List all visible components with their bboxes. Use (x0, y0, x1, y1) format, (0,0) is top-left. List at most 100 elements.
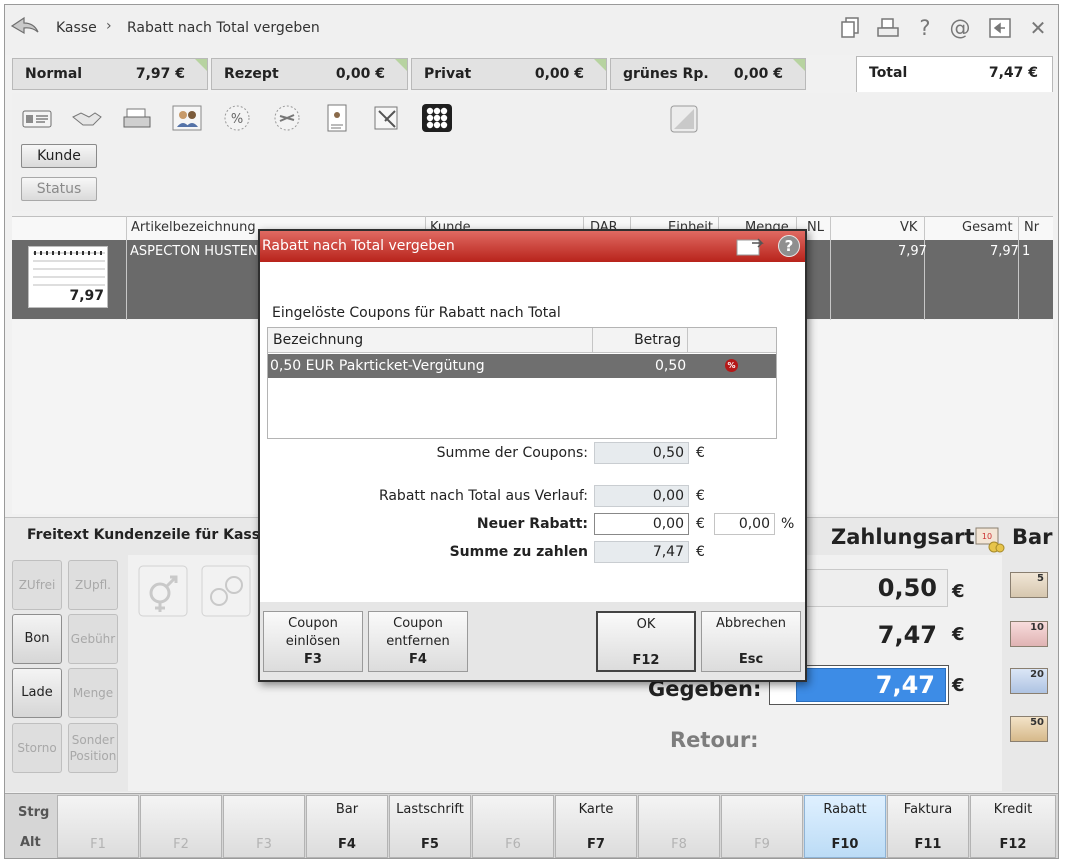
summe-zahlen-label: Summe zu zahlen (449, 544, 588, 560)
discount-badge-icon: % (725, 359, 738, 372)
documents-icon[interactable] (840, 17, 860, 39)
col-gesamt[interactable]: Gesamt (962, 220, 1013, 235)
bill-50-button[interactable]: 50 (1010, 716, 1048, 742)
toggle-square-icon[interactable] (670, 105, 698, 133)
euro-sign: € (696, 544, 705, 560)
export-document-icon[interactable] (736, 237, 764, 257)
strg-label: Strg (18, 805, 50, 820)
storno-button[interactable]: Storno (12, 723, 62, 773)
breadcrumb-separator: › (106, 18, 112, 34)
col-betrag[interactable]: Betrag (593, 328, 688, 353)
f-key-label: Kredit (993, 802, 1033, 817)
bill-5-button[interactable]: 5 (1010, 572, 1048, 598)
zupfl-button[interactable]: ZUpfl. (68, 560, 118, 610)
keypad-icon[interactable] (421, 103, 453, 133)
coupons-section-title: Eingelöste Coupons für Rabatt nach Total (272, 305, 561, 321)
article-thumbnail: 7,97 (28, 246, 108, 308)
col-vk[interactable]: VK (900, 220, 917, 235)
coupon-entfernen-button[interactable]: Coupon entfernen F4 (368, 611, 468, 672)
back-arrow-icon[interactable] (10, 14, 40, 38)
kunde-button[interactable]: Kunde (21, 144, 97, 168)
sonder-position-button[interactable]: Sonder Position (68, 723, 118, 773)
col-nl[interactable]: NL (807, 220, 824, 235)
coupon-row[interactable]: 0,50 EUR Pakrticket-Vergütung 0,50 % (268, 354, 776, 378)
status-button[interactable]: Status (21, 177, 97, 201)
tab-label: Rezept (224, 66, 279, 82)
breadcrumb-kasse[interactable]: Kasse (56, 20, 97, 36)
help-icon[interactable]: ? (913, 16, 937, 40)
card-reader-icon[interactable] (21, 103, 53, 133)
coupon-einloesen-button[interactable]: Coupon einlösen F3 (263, 611, 363, 672)
tab-value: 0,00 € (733, 66, 783, 82)
gebuehr-button[interactable]: Gebühr (68, 614, 118, 664)
tab-rezept[interactable]: Rezept 0,00 € (211, 58, 408, 90)
f-key-label: Bar (335, 802, 359, 817)
position-label: Position (69, 749, 117, 763)
f9-key[interactable]: F9 (721, 795, 803, 858)
age-group-icon[interactable] (201, 565, 251, 617)
bon-button[interactable]: Bon (12, 614, 62, 664)
col-action (688, 328, 776, 353)
tab-gruenes-rp[interactable]: grünes Rp. 0,00 € (610, 58, 806, 90)
abbrechen-button[interactable]: Abbrechen Esc (701, 611, 801, 672)
col-nr[interactable]: Nr (1024, 220, 1039, 235)
prescription-document-icon[interactable] (321, 103, 353, 133)
window-settings-icon[interactable] (989, 18, 1011, 38)
tab-total[interactable]: Total 7,47 € (856, 56, 1053, 92)
neuer-rabatt-percent-input[interactable]: 0,00 (714, 513, 775, 535)
f2-key[interactable]: F2 (140, 795, 222, 858)
button-label: OK (636, 617, 656, 632)
f11-faktura-key[interactable]: Faktura F11 (887, 795, 969, 858)
euro-sign: € (952, 675, 965, 696)
bill-10-button[interactable]: 10 (1010, 621, 1048, 647)
zufrei-button[interactable]: ZUfrei (12, 560, 62, 610)
euro-sign: € (952, 624, 965, 645)
lade-button[interactable]: Lade (12, 668, 62, 718)
button-key: Esc (738, 652, 764, 667)
f4-bar-key[interactable]: Bar F4 (306, 795, 388, 858)
neuer-rabatt-input[interactable]: 0,00 (594, 513, 689, 535)
handshake-icon[interactable] (71, 103, 103, 133)
bill-20-button[interactable]: 20 (1010, 668, 1048, 694)
gegeben-input[interactable]: 7,47 (796, 668, 946, 702)
freitext-label: Freitext Kundenzeile für Kassenb (27, 527, 290, 543)
column-divider (126, 216, 127, 320)
f3-key[interactable]: F3 (223, 795, 305, 858)
add-corner-icon (195, 59, 207, 71)
tab-privat[interactable]: Privat 0,00 € (411, 58, 607, 90)
f-key-label: Karte (578, 802, 614, 817)
f6-key[interactable]: F6 (472, 795, 554, 858)
f-key-code: F12 (999, 837, 1027, 852)
summe-coupons-field: 0,50 (594, 442, 689, 464)
f8-key[interactable]: F8 (638, 795, 720, 858)
f1-key[interactable]: F1 (57, 795, 139, 858)
discount-star-icon[interactable] (271, 103, 303, 133)
tab-value: 7,47 € (988, 65, 1038, 81)
menge-button[interactable]: Menge (68, 668, 118, 718)
printer-stack-icon[interactable] (121, 103, 153, 133)
f12-kredit-key[interactable]: Kredit F12 (970, 795, 1056, 858)
cell-artikel: ASPECTON HUSTEN (130, 244, 258, 259)
close-icon[interactable]: ✕ (1026, 16, 1050, 40)
tab-label: Normal (25, 66, 83, 82)
customers-icon[interactable] (171, 103, 203, 133)
gender-icon[interactable] (138, 565, 188, 617)
f-key-code: F5 (421, 837, 439, 852)
discount-percent-icon[interactable]: % (221, 103, 253, 133)
at-icon[interactable]: @ (948, 16, 972, 40)
f10-rabatt-key[interactable]: Rabatt F10 (804, 795, 886, 858)
dialog-help-icon[interactable]: ? (778, 235, 800, 257)
edit-document-icon[interactable] (371, 103, 403, 133)
cell-gesamt: 7,97 (990, 244, 1019, 259)
f5-lastschrift-key[interactable]: Lastschrift F5 (389, 795, 471, 858)
svg-text:%: % (231, 112, 243, 127)
f7-karte-key[interactable]: Karte F7 (555, 795, 637, 858)
ok-button[interactable]: OK F12 (596, 611, 696, 672)
col-bezeichnung[interactable]: Bezeichnung (268, 328, 593, 353)
print-icon[interactable] (876, 18, 900, 38)
rabatt-verlauf-field: 0,00 (594, 485, 689, 507)
col-artikelbezeichnung[interactable]: Artikelbezeichnung (131, 220, 256, 235)
tab-label: Total (869, 65, 908, 81)
tab-normal[interactable]: Normal 7,97 € (12, 58, 208, 90)
f-key-code: F2 (173, 837, 189, 852)
